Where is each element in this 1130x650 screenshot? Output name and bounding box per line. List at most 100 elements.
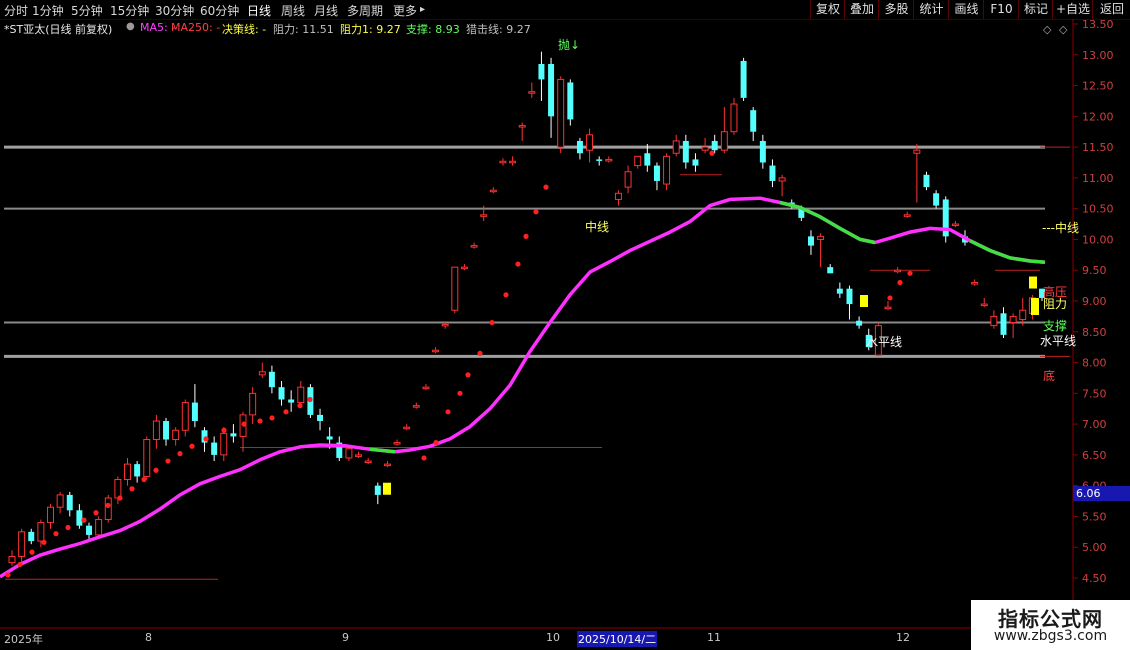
more-arrow-icon[interactable]: ▸ bbox=[420, 4, 425, 15]
red-signal-dot bbox=[189, 443, 195, 449]
tab-weekly[interactable]: 周线 bbox=[281, 2, 305, 19]
candle-down bbox=[86, 525, 92, 535]
candle-down bbox=[278, 387, 285, 400]
candle-up bbox=[220, 432, 228, 456]
candles bbox=[8, 51, 1045, 566]
level-line-right-label: 水平线 bbox=[1040, 334, 1076, 348]
candle-down bbox=[28, 531, 35, 542]
red-signal-dot bbox=[105, 502, 111, 508]
tab-fenshi[interactable]: 分时 bbox=[4, 2, 28, 19]
candle-up bbox=[884, 306, 892, 310]
candle-down bbox=[288, 399, 295, 403]
yellow-signal-marker bbox=[383, 482, 391, 495]
axis-year-label: 2025年 bbox=[4, 633, 43, 646]
candle-down bbox=[76, 510, 83, 526]
candle-down bbox=[856, 320, 863, 326]
resist1-label: 阻力1: 9.27 bbox=[340, 23, 401, 36]
candle-up bbox=[634, 155, 642, 167]
candle-up bbox=[258, 371, 266, 376]
tab-15min[interactable]: 15分钟 bbox=[110, 2, 149, 19]
candle-down bbox=[682, 140, 689, 163]
overlay-button[interactable]: 叠加 bbox=[844, 0, 879, 19]
expand-icon[interactable]: ◇ bbox=[1059, 23, 1068, 36]
candle-up bbox=[1019, 309, 1027, 320]
support-label: 支撑: 8.93 bbox=[406, 23, 460, 36]
tab-daily[interactable]: 日线 bbox=[247, 2, 271, 19]
red-signal-dot bbox=[165, 458, 171, 464]
add-watchlist-button[interactable]: +自选 bbox=[1052, 0, 1093, 19]
y-tick-label: 10.00 bbox=[1082, 233, 1114, 246]
ma-line-green bbox=[369, 447, 396, 454]
candle-up bbox=[460, 266, 468, 270]
candle-up bbox=[586, 134, 594, 151]
current-price-box: 6.06 bbox=[1073, 486, 1130, 501]
y-tick-label: 9.50 bbox=[1082, 264, 1107, 277]
tab-5min[interactable]: 5分钟 bbox=[71, 2, 103, 19]
red-signal-dot bbox=[203, 436, 209, 442]
candle-down bbox=[548, 64, 555, 117]
fuquan-button[interactable]: 复权 bbox=[810, 0, 845, 19]
f10-button[interactable]: F10 bbox=[983, 0, 1019, 19]
draw-button[interactable]: 画线 bbox=[948, 0, 984, 19]
candle-up bbox=[557, 78, 565, 148]
y-tick-label: 4.50 bbox=[1082, 572, 1107, 585]
red-signal-dot bbox=[141, 476, 147, 483]
candle-down bbox=[692, 159, 699, 166]
red-signal-dot bbox=[283, 409, 289, 415]
tab-1min[interactable]: 1分钟 bbox=[32, 2, 64, 19]
candle-down bbox=[750, 110, 757, 132]
signal-dots bbox=[5, 150, 913, 578]
tab-more[interactable]: 更多 bbox=[393, 2, 417, 19]
y-tick-label: 9.00 bbox=[1082, 295, 1107, 308]
tab-60min[interactable]: 60分钟 bbox=[200, 2, 239, 19]
candle-down bbox=[1000, 313, 1007, 335]
tab-multi-period[interactable]: 多周期 bbox=[347, 2, 383, 19]
candle-up bbox=[951, 223, 959, 227]
candle-up bbox=[56, 494, 64, 508]
ma-line bbox=[0, 196, 1046, 579]
candle-up bbox=[422, 386, 430, 390]
red-signal-dot bbox=[887, 295, 893, 301]
watermark-url: www.zbgs3.com bbox=[993, 628, 1108, 644]
tab-30min[interactable]: 30分钟 bbox=[155, 2, 194, 19]
candle-up bbox=[403, 426, 411, 430]
candle-up bbox=[383, 463, 391, 467]
yellow-markers bbox=[383, 276, 1037, 495]
candle-up bbox=[18, 531, 26, 557]
candle-down bbox=[827, 267, 834, 274]
red-signal-dot bbox=[543, 184, 549, 190]
candle-down bbox=[134, 464, 141, 477]
stock-title[interactable]: *ST亚太(日线 前复权) bbox=[4, 21, 112, 37]
candle-up bbox=[518, 125, 526, 128]
bottom-label: 底 bbox=[1043, 368, 1055, 383]
red-signal-dot bbox=[53, 531, 59, 537]
y-tick-label: 13.50 bbox=[1082, 19, 1114, 31]
resist-right-label: 阻力 bbox=[1043, 297, 1067, 311]
tab-monthly[interactable]: 月线 bbox=[314, 2, 338, 19]
red-signal-dot bbox=[241, 421, 247, 427]
candle-up bbox=[124, 463, 131, 481]
diamond-icon[interactable]: ◇ bbox=[1043, 23, 1052, 36]
candle-up bbox=[355, 454, 363, 457]
stats-button[interactable]: 统计 bbox=[913, 0, 949, 19]
axis-month-10: 10 bbox=[546, 631, 560, 644]
settings-icon[interactable]: ● bbox=[126, 21, 135, 32]
mark-button[interactable]: 标记 bbox=[1018, 0, 1053, 19]
multi-stock-button[interactable]: 多股 bbox=[878, 0, 914, 19]
red-signal-dot bbox=[153, 467, 159, 473]
horizontal-lines bbox=[4, 145, 1045, 358]
back-button[interactable]: 返回 bbox=[1092, 0, 1130, 19]
y-tick-label: 8.50 bbox=[1082, 326, 1107, 339]
candle-up bbox=[528, 91, 536, 94]
candle-up bbox=[778, 177, 786, 182]
candle-up bbox=[172, 429, 180, 440]
candle-up bbox=[393, 442, 401, 445]
red-signal-dot bbox=[41, 539, 47, 545]
candle-down bbox=[317, 414, 324, 422]
kline-chart[interactable]: 13.50 13.00 12.50 12.00 11.50 11.00 10.50 10.00… bbox=[0, 19, 1130, 629]
red-signal-dot bbox=[81, 517, 87, 523]
red-signal-dot bbox=[445, 409, 451, 415]
candle-up bbox=[152, 420, 160, 440]
candle-down bbox=[846, 288, 853, 305]
y-tick-label: 7.50 bbox=[1082, 387, 1107, 400]
